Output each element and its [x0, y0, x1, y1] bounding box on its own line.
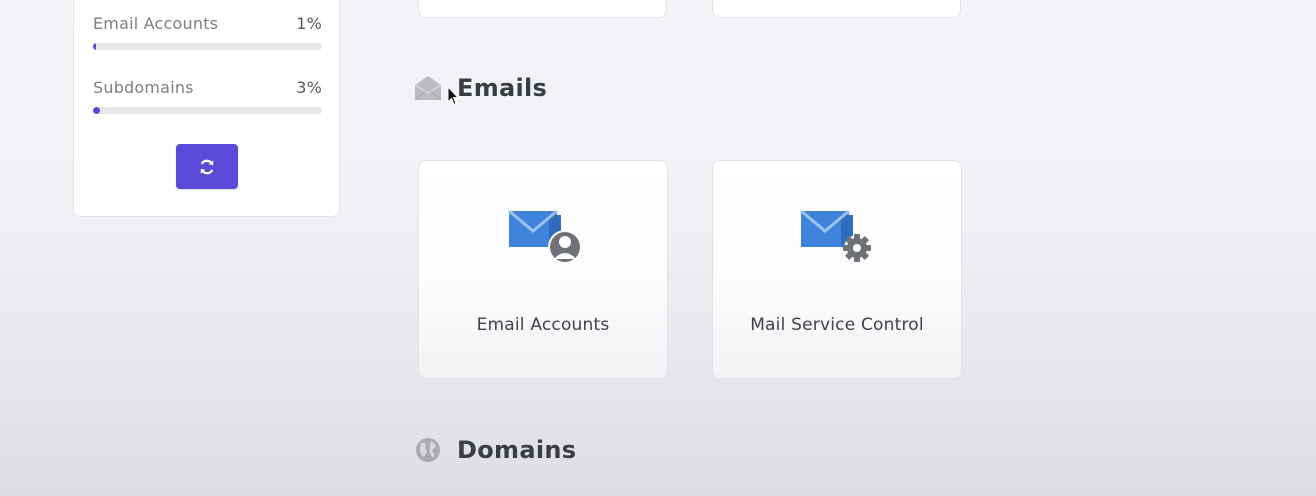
- stat-label: Email Accounts: [93, 14, 219, 33]
- envelope-open-icon: [414, 76, 442, 101]
- previous-section-tool-card[interactable]: [418, 0, 667, 18]
- globe-icon: [416, 438, 440, 462]
- stat-percent: 3%: [296, 78, 322, 97]
- stat-email-accounts: Email Accounts 1%: [93, 14, 322, 50]
- mouse-cursor-icon: [447, 86, 459, 106]
- previous-section-tool-card[interactable]: [712, 0, 961, 18]
- progress-bar: [93, 107, 322, 114]
- email-accounts-icon: [508, 209, 582, 264]
- progress-fill: [93, 43, 97, 50]
- tool-label: Mail Service Control: [750, 315, 924, 335]
- section-title: Domains: [457, 436, 577, 464]
- tool-label: Email Accounts: [476, 315, 610, 335]
- stat-subdomains: Subdomains 3%: [93, 78, 322, 114]
- progress-bar: [93, 43, 322, 50]
- refresh-button[interactable]: [176, 144, 238, 189]
- mail-service-control-icon: [800, 209, 871, 262]
- resource-usage-card: Email Accounts 1% Subdomains 3%: [73, 0, 340, 217]
- refresh-icon: [200, 159, 214, 174]
- domains-section-heading: Domains: [414, 436, 576, 464]
- email-accounts-card[interactable]: Email Accounts: [418, 160, 668, 379]
- stat-percent: 1%: [296, 14, 322, 33]
- mail-service-control-card[interactable]: Mail Service Control: [712, 160, 962, 379]
- emails-section-heading: Emails: [414, 74, 547, 102]
- stat-label: Subdomains: [93, 78, 194, 97]
- section-title: Emails: [457, 74, 548, 102]
- progress-fill: [93, 107, 100, 114]
